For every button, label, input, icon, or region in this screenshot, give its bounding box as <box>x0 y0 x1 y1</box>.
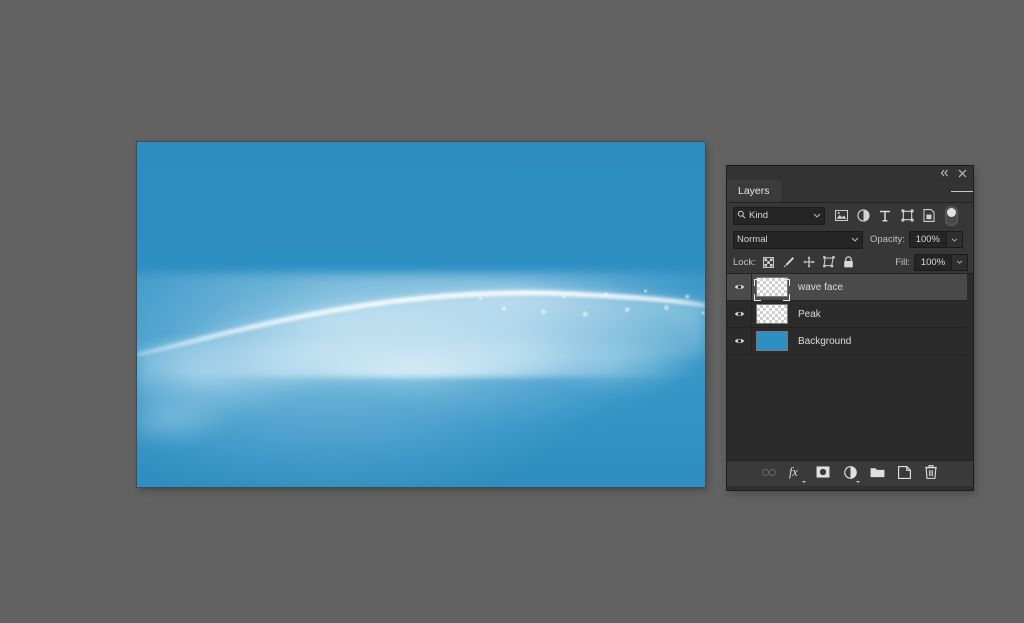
panel-titlebar <box>727 166 973 180</box>
layer-thumbnail <box>756 331 788 351</box>
trash-icon <box>925 465 937 482</box>
link-icon <box>762 468 776 480</box>
mask-icon <box>816 466 830 481</box>
tab-layers-label: Layers <box>738 185 770 197</box>
caret-down-icon <box>802 481 806 483</box>
type-t-icon[interactable] <box>874 206 896 226</box>
layer-style-button[interactable]: fx <box>784 463 809 485</box>
opacity-input[interactable]: 100% <box>909 231 947 248</box>
layer-row[interactable]: Background <box>727 328 967 355</box>
artboard-icon[interactable] <box>819 253 839 271</box>
padlock-icon[interactable] <box>839 253 859 271</box>
document-canvas-window[interactable] <box>137 142 705 487</box>
svg-text:fx: fx <box>789 465 798 479</box>
tab-row-spacer <box>781 180 951 202</box>
adjustment-circle-icon[interactable] <box>852 206 874 226</box>
move-arrows-icon[interactable] <box>799 253 819 271</box>
chevron-down-icon <box>813 210 821 221</box>
wave-trough-mist <box>137 342 705 487</box>
filter-kind-label: Kind <box>749 210 810 221</box>
layer-name-label[interactable]: Peak <box>792 309 821 320</box>
brush-icon[interactable] <box>779 253 799 271</box>
chevron-down-icon <box>851 234 859 245</box>
layer-thumbnail-wrap[interactable] <box>752 277 792 297</box>
eye-visibility-icon[interactable] <box>727 301 752 327</box>
layers-panel[interactable]: Layers Kind <box>727 166 973 490</box>
filter-type-icons <box>830 206 958 226</box>
new-layer-icon <box>898 466 911 482</box>
wave-foam-spray <box>449 280 705 335</box>
close-icon[interactable] <box>958 169 967 178</box>
layer-row[interactable]: wave face <box>727 274 967 301</box>
eye-visibility-icon[interactable] <box>727 274 752 300</box>
lock-fill-row: Lock: <box>727 251 973 274</box>
blend-mode-dropdown[interactable]: Normal <box>733 231 863 249</box>
layer-name-label[interactable]: Background <box>792 336 851 347</box>
double-chevron-left-icon[interactable] <box>940 169 949 177</box>
checkerboard-icon[interactable] <box>759 253 779 271</box>
filter-kind-dropdown[interactable]: Kind <box>733 207 825 225</box>
fill-label: Fill: <box>895 257 910 268</box>
layer-row[interactable]: Peak <box>727 301 967 328</box>
link-layers-button <box>757 463 782 485</box>
tab-layers[interactable]: Layers <box>727 180 781 202</box>
wave-artwork <box>137 142 705 487</box>
panel-menu-icon[interactable] <box>951 180 973 202</box>
layer-thumbnail-wrap[interactable] <box>752 331 792 351</box>
panel-tab-row: Layers <box>727 180 973 203</box>
image-icon[interactable] <box>830 206 852 226</box>
layer-name-label[interactable]: wave face <box>792 282 843 293</box>
lock-label: Lock: <box>733 257 756 268</box>
layers-bottom-toolbar: fx <box>727 460 973 486</box>
eye-visibility-icon[interactable] <box>727 328 752 354</box>
delete-layer-button[interactable] <box>919 463 944 485</box>
shape-icon[interactable] <box>896 206 918 226</box>
blend-mode-value: Normal <box>737 234 851 245</box>
smart-object-icon[interactable] <box>918 206 940 226</box>
panel-footer-strip <box>727 486 973 490</box>
new-layer-button[interactable] <box>892 463 917 485</box>
filter-enable-toggle[interactable] <box>945 206 958 226</box>
blend-opacity-row: Normal Opacity: 100% <box>727 228 973 251</box>
layer-list[interactable]: wave face Peak Background <box>727 274 973 460</box>
search-icon <box>737 210 746 222</box>
opacity-label: Opacity: <box>870 234 905 245</box>
fx-icon: fx <box>789 465 803 482</box>
new-adjustment-layer-button[interactable] <box>838 463 863 485</box>
folder-icon <box>870 466 885 481</box>
layer-thumbnail <box>756 304 788 324</box>
layer-filter-row: Kind <box>727 203 973 228</box>
caret-down-icon <box>856 481 860 483</box>
new-group-button[interactable] <box>865 463 890 485</box>
opacity-dropdown-arrow[interactable] <box>947 231 963 248</box>
fill-input[interactable]: 100% <box>914 254 952 271</box>
layer-thumbnail <box>756 277 788 297</box>
add-layer-mask-button[interactable] <box>811 463 836 485</box>
adjustment-circle-icon <box>844 466 857 482</box>
fill-dropdown-arrow[interactable] <box>952 254 968 271</box>
layer-thumbnail-wrap[interactable] <box>752 304 792 324</box>
lock-buttons <box>759 253 859 271</box>
